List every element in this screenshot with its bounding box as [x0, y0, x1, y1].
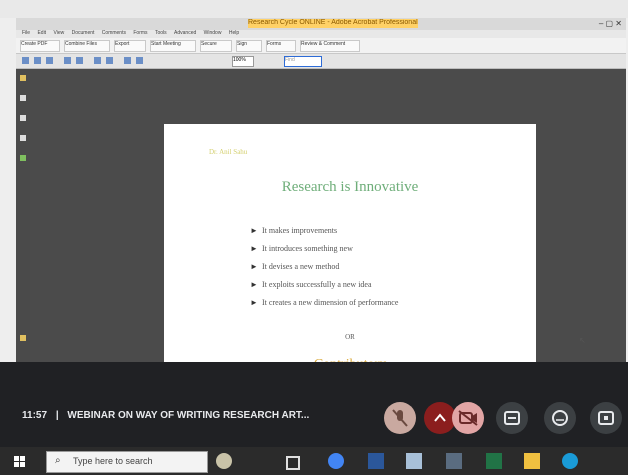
menu-item-tools[interactable]: Tools — [155, 30, 167, 36]
mouse-cursor-icon: ↖ — [579, 336, 586, 345]
signatures-icon[interactable] — [20, 135, 26, 141]
chrome-icon[interactable] — [328, 453, 344, 469]
word-icon[interactable] — [368, 453, 384, 469]
menu-item-comments[interactable]: Comments — [102, 30, 126, 36]
combine-files-button[interactable]: Combine Files — [64, 40, 110, 52]
navigation-panel — [16, 69, 30, 362]
review-comment-button[interactable]: Review & Comment — [300, 40, 360, 52]
camera-button[interactable] — [452, 402, 484, 434]
task-toolbar: Create PDF Combine Files Export Start Me… — [16, 38, 626, 54]
windows-taskbar: ⌕ Type here to search — [0, 447, 628, 475]
window-titlebar: Research Cycle ONLINE - Adobe Acrobat Pr… — [16, 18, 626, 30]
menu-item-document[interactable]: Document — [72, 30, 95, 36]
sign-button[interactable]: Sign — [236, 40, 262, 52]
meeting-time: 11:57 — [22, 410, 48, 421]
screenshot-frame: Research Cycle ONLINE - Adobe Acrobat Pr… — [0, 0, 628, 475]
present-icon — [598, 411, 614, 425]
bullet-icon: ► — [250, 262, 258, 271]
bullet-text: It creates a new dimension of performanc… — [262, 298, 399, 307]
taskbar-search-input[interactable]: ⌕ Type here to search — [46, 451, 208, 473]
edge-icon[interactable] — [562, 453, 578, 469]
find-input[interactable]: Find — [284, 56, 322, 67]
windows-start-icon[interactable] — [14, 456, 26, 468]
microphone-button[interactable] — [384, 402, 416, 434]
network-app-icon[interactable] — [406, 453, 422, 469]
menu-item-forms[interactable]: Forms — [133, 30, 147, 36]
bullet-text: It introduces something new — [262, 244, 353, 253]
bookmarks-icon[interactable] — [20, 75, 26, 81]
bullet-text: It devises a new method — [262, 262, 340, 271]
meeting-separator: | — [55, 410, 59, 421]
select-tool-icon[interactable] — [106, 57, 113, 64]
menu-item-window[interactable]: Window — [204, 30, 222, 36]
pages-icon[interactable] — [20, 95, 26, 101]
layers-icon[interactable] — [20, 155, 26, 161]
comments-icon[interactable] — [20, 335, 26, 341]
next-page-icon[interactable] — [76, 57, 83, 64]
pen-app-icon[interactable] — [446, 453, 462, 469]
search-placeholder: Type here to search — [73, 456, 153, 466]
save-icon[interactable] — [22, 57, 29, 64]
bullet-item: ► It exploits successfully a new idea — [250, 276, 398, 294]
menu-item-advanced[interactable]: Advanced — [174, 30, 196, 36]
present-screen-button[interactable] — [590, 402, 622, 434]
export-button[interactable]: Export — [114, 40, 146, 52]
bullet-item: ► It introduces something new — [250, 240, 398, 258]
zoom-in-icon[interactable] — [136, 57, 143, 64]
slide-header-note: Dr. Anil Sahu — [209, 148, 248, 156]
menu-item-view[interactable]: View — [53, 30, 64, 36]
bullet-item: ► It creates a new dimension of performan… — [250, 294, 398, 312]
bullet-item: ► It makes improvements — [250, 222, 398, 240]
bullet-icon: ► — [250, 280, 258, 289]
search-icon: ⌕ — [55, 455, 61, 466]
bullet-icon: ► — [250, 244, 258, 253]
menu-bar: File Edit View Document Comments Forms T… — [16, 30, 626, 38]
window-title: Research Cycle ONLINE - Adobe Acrobat Pr… — [248, 19, 418, 28]
bullet-list: ► It makes improvements ► It introduces so… — [250, 222, 398, 312]
menu-item-file[interactable]: File — [22, 30, 30, 36]
email-icon[interactable] — [46, 57, 53, 64]
slide-title: Research is Innovative — [281, 179, 419, 195]
top-margin — [0, 0, 628, 18]
document-area: Dr. Anil Sahu Research is Innovative ► It… — [30, 69, 626, 401]
bullet-icon: ► — [250, 226, 258, 235]
forms-button[interactable]: Forms — [266, 40, 296, 52]
secure-button[interactable]: Secure — [200, 40, 232, 52]
emoji-icon — [552, 410, 568, 426]
pdf-page: Dr. Anil Sahu Research is Innovative ► It… — [164, 124, 586, 401]
navigation-toolbar: 100% Find — [16, 54, 626, 69]
meeting-control-bar: 11:57 | WEBINAR ON WAY OF WRITING RESEAR… — [0, 362, 628, 447]
captions-icon — [504, 411, 520, 425]
bullet-icon: ► — [250, 298, 258, 307]
cortana-badge-icon[interactable] — [216, 453, 232, 469]
window-controls[interactable]: – ▢ ✕ — [599, 19, 622, 28]
task-view-icon[interactable] — [286, 456, 300, 470]
meeting-info: 11:57 | WEBINAR ON WAY OF WRITING RESEAR… — [22, 410, 309, 421]
meeting-title: WEBINAR ON WAY OF WRITING RESEARCH ART..… — [67, 410, 310, 421]
captions-button[interactable] — [496, 402, 528, 434]
previous-page-icon[interactable] — [64, 57, 71, 64]
bullet-item: ► It devises a new method — [250, 258, 398, 276]
bullet-text: It exploits successfully a new idea — [262, 280, 372, 289]
print-icon[interactable] — [34, 57, 41, 64]
zoom-level-field[interactable]: 100% — [232, 56, 254, 67]
start-meeting-button[interactable]: Start Meeting — [150, 40, 196, 52]
menu-item-edit[interactable]: Edit — [37, 30, 46, 36]
or-label: OR — [345, 333, 355, 341]
file-explorer-icon[interactable] — [524, 453, 540, 469]
zoom-out-icon[interactable] — [124, 57, 131, 64]
excel-icon[interactable] — [486, 453, 502, 469]
emoji-reaction-button[interactable] — [544, 402, 576, 434]
create-pdf-button[interactable]: Create PDF — [20, 40, 60, 52]
microphone-off-icon — [392, 409, 408, 427]
camera-off-icon — [458, 410, 478, 426]
menu-item-help[interactable]: Help — [229, 30, 239, 36]
bullet-text: It makes improvements — [262, 226, 338, 235]
hand-tool-icon[interactable] — [94, 57, 101, 64]
attachments-icon[interactable] — [20, 115, 26, 121]
